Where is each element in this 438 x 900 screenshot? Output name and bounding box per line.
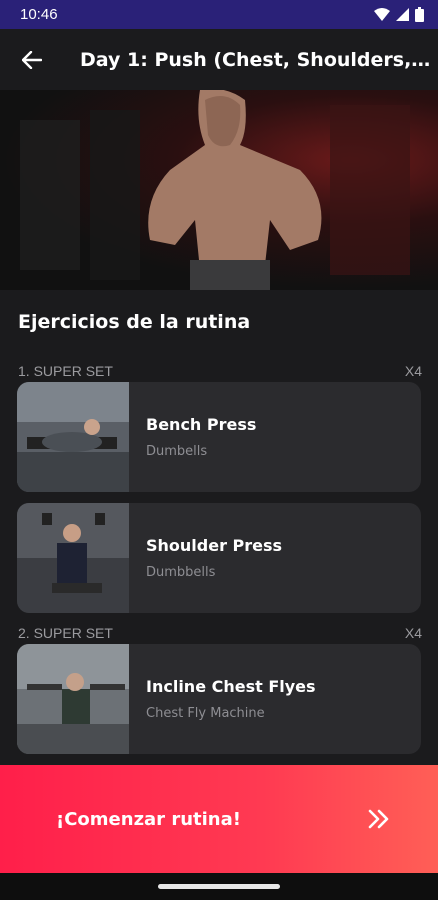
back-arrow-icon bbox=[22, 50, 42, 69]
start-routine-label: ¡Comenzar rutina! bbox=[56, 808, 241, 830]
exercise-equipment: Dumbells bbox=[146, 444, 208, 459]
exercise-card[interactable]: Incline Chest Flyes Chest Fly Machine bbox=[17, 644, 421, 754]
hero-athlete-illustration bbox=[20, 90, 410, 290]
exercise-name: Shoulder Press bbox=[146, 536, 283, 555]
status-time: 10:46 bbox=[20, 6, 58, 23]
group-label: 1. SUPER SET bbox=[18, 363, 113, 379]
wifi-icon bbox=[374, 8, 390, 21]
signal-icon bbox=[396, 8, 409, 21]
exercise-equipment: Chest Fly Machine bbox=[146, 706, 265, 721]
group-label: 2. SUPER SET bbox=[18, 625, 113, 641]
exercise-name: Incline Chest Flyes bbox=[146, 677, 316, 696]
double-chevron-right-icon bbox=[368, 809, 389, 829]
exercise-card[interactable]: Bench Press Dumbells bbox=[17, 382, 421, 492]
exercise-name: Bench Press bbox=[146, 415, 257, 434]
home-gesture-handle[interactable] bbox=[158, 884, 280, 889]
exercise-thumbnail bbox=[17, 503, 129, 613]
group-multiplier: X4 bbox=[404, 625, 422, 641]
start-routine-button[interactable]: ¡Comenzar rutina! bbox=[0, 765, 438, 873]
page-title: Day 1: Push (Chest, Shoulders, T... bbox=[80, 48, 436, 71]
status-bar: 10:46 bbox=[0, 0, 438, 29]
exercise-thumbnail bbox=[17, 382, 129, 492]
exercise-card[interactable]: Shoulder Press Dumbbells bbox=[17, 503, 421, 613]
status-icons bbox=[374, 7, 424, 22]
group-multiplier: X4 bbox=[404, 363, 422, 379]
section-title: Ejercicios de la rutina bbox=[18, 311, 251, 333]
back-button[interactable] bbox=[0, 29, 64, 90]
app-bar: Day 1: Push (Chest, Shoulders, T... bbox=[0, 29, 438, 90]
exercise-equipment: Dumbbells bbox=[146, 565, 216, 580]
exercise-thumbnail bbox=[17, 644, 129, 754]
battery-icon bbox=[415, 7, 424, 22]
hero-image bbox=[0, 90, 438, 290]
system-nav-bar bbox=[0, 873, 438, 900]
